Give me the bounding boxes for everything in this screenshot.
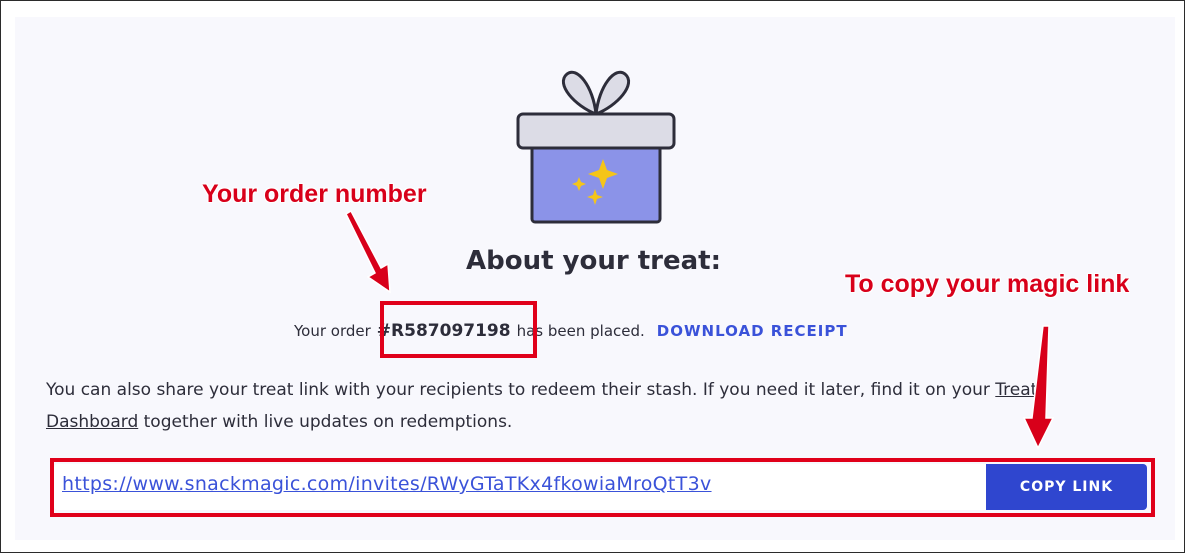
order-number-highlight [380,301,537,358]
download-receipt-link[interactable]: DOWNLOAD RECEIPT [657,322,848,340]
share-description: You can also share your treat link with … [46,374,1086,438]
annotation-copy-link: To copy your magic link [845,270,1130,298]
description-text-before: You can also share your treat link with … [46,380,996,400]
magic-link-highlight [50,458,1155,517]
order-prefix: Your order [294,322,371,340]
description-text-after: together with live updates on redemption… [138,412,513,432]
annotation-order-number: Your order number [202,180,427,208]
gift-icon [516,70,676,224]
order-status-line: Your order #R587097198 has been placed. … [294,318,848,344]
